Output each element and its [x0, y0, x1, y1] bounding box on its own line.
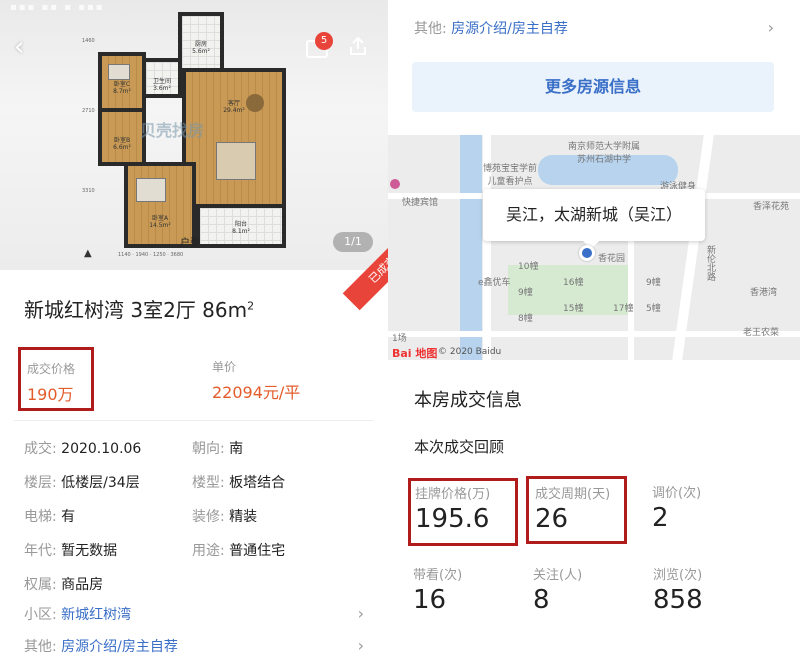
- stat-followers: 关注(人) 8: [533, 568, 583, 615]
- more-listing-info-button[interactable]: 更多房源信息: [412, 62, 774, 112]
- sub-title: 本次成交回顾: [414, 438, 505, 456]
- deal-price-label: 成交价格: [27, 362, 76, 376]
- chevron-right-icon: ›: [767, 18, 774, 37]
- unit-price-box: 单价 22094元/平: [212, 358, 300, 403]
- unit-price-label: 单价: [212, 360, 237, 374]
- right-panel: 其他: 房源介绍/房主自荐 › 更多房源信息 快捷宾馆 博苑宝宝学前 儿童看护点…: [388, 0, 800, 663]
- detail-deal-date: 成交: 2020.10.06: [24, 441, 142, 457]
- message-badge: 5: [315, 32, 333, 50]
- room-bedroom-c: 卧室C 8.7m²: [98, 52, 146, 112]
- unit-price-value: 22094元/平: [212, 383, 301, 402]
- room-bath: 卫生间 3.6m²: [142, 58, 182, 98]
- baidu-map-logo: Bai 地图: [392, 347, 438, 360]
- deal-price-value: 190万: [27, 385, 74, 404]
- stat-views: 浏览(次) 858: [653, 568, 703, 615]
- detail-orientation: 朝向: 南: [192, 441, 244, 457]
- stat-deal-cycle: 成交周期(天) 26: [526, 476, 627, 544]
- chevron-right-icon: ›: [357, 636, 364, 655]
- floorplan-photo[interactable]: ▪▪▪ ▪▪ ▪ ▪▪▪ 1460 2710 3310 厨房 5.6m² 卫生间…: [0, 0, 388, 270]
- location-map[interactable]: 快捷宾馆 博苑宝宝学前 儿童看护点 南京师范大学附属 苏州石湖中学 游泳健身 香…: [388, 135, 800, 360]
- poi-hotel-icon: [390, 179, 400, 189]
- divider: [14, 420, 374, 421]
- north-arrow-icon: ▲: [84, 248, 92, 259]
- location-bubble[interactable]: 吴江，太湖新城（吴江）: [483, 189, 705, 249]
- community-link[interactable]: 小区: 新城红树湾 ›: [24, 604, 364, 624]
- left-panel: ▪▪▪ ▪▪ ▪ ▪▪▪ 1460 2710 3310 厨房 5.6m² 卫生间…: [0, 0, 388, 663]
- other-link-top[interactable]: 其他: 房源介绍/房主自荐 ›: [414, 18, 774, 38]
- other-link[interactable]: 其他: 房源介绍/房主自荐 ›: [24, 636, 364, 656]
- detail-year: 年代: 暂无数据: [24, 543, 118, 559]
- map-copyright: © 2020 Baidu: [438, 347, 502, 357]
- stat-price-adjust: 调价(次) 2: [652, 486, 702, 533]
- room-kitchen: 厨房 5.6m²: [178, 12, 224, 72]
- map-pin-icon: [579, 245, 595, 261]
- room-balcony: 阳台 8.1m²: [196, 204, 286, 248]
- detail-ownership: 权属: 商品房: [24, 577, 104, 593]
- watermark-logo: 贝壳找房: [140, 121, 205, 140]
- share-icon[interactable]: [348, 36, 368, 61]
- chevron-right-icon: ›: [357, 604, 364, 623]
- right-top-section: 其他: 房源介绍/房主自荐 › 更多房源信息: [388, 0, 800, 135]
- section-title: 本房成交信息: [414, 390, 522, 411]
- page-counter: 1/1: [333, 232, 373, 252]
- back-arrow-icon[interactable]: ‹: [14, 34, 24, 60]
- detail-building-type: 楼型: 板塔结合: [192, 475, 286, 491]
- entry-label: 户型: [180, 238, 200, 249]
- stat-visits: 带看(次) 16: [413, 568, 463, 615]
- detail-decoration: 装修: 精装: [192, 509, 258, 525]
- deal-price-box: 成交价格 190万: [18, 347, 94, 411]
- room-bedroom-b: 卧室B 6.6m²: [98, 108, 146, 166]
- detail-elevator: 电梯: 有: [24, 509, 76, 525]
- listing-title: 新城红树湾 3室2厅 86m2: [24, 298, 255, 322]
- detail-usage: 用途: 普通住宅: [192, 543, 286, 559]
- detail-floor: 楼层: 低楼层/34层: [24, 475, 140, 491]
- stat-list-price: 挂牌价格(万) 195.6: [408, 478, 518, 546]
